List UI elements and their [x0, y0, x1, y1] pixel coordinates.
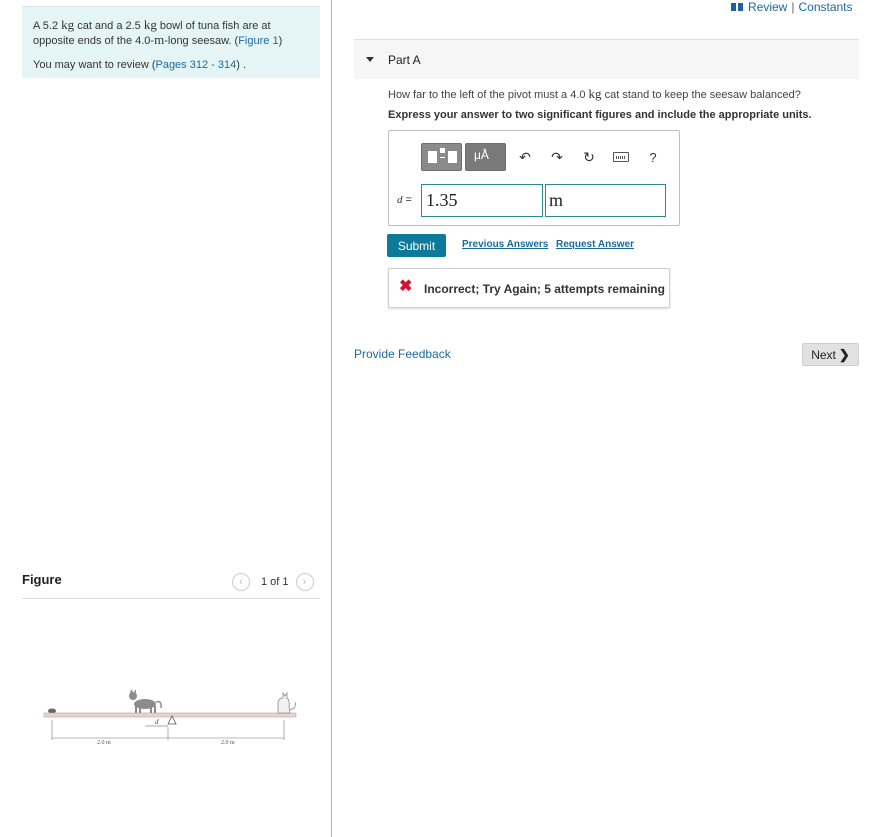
figure-pager: ‹ 1 of 1 › — [232, 572, 314, 592]
review-suffix: ) . — [236, 59, 246, 71]
reset-icon: ↻ — [583, 148, 595, 165]
review-pages-link[interactable]: Pages 312 - 314 — [155, 59, 236, 71]
seesaw-plank — [43, 712, 297, 718]
caret-down-icon — [366, 57, 374, 62]
help-button[interactable]: ? — [637, 143, 669, 171]
unit-kg: kg — [588, 86, 602, 101]
templates-button[interactable] — [421, 143, 462, 171]
request-answer-link[interactable]: Request Answer — [556, 239, 634, 250]
answer-instruction: Express your answer to two significant f… — [388, 109, 812, 121]
unit-kg: kg — [143, 17, 157, 32]
equals-sign: = — [402, 194, 412, 206]
top-links-separator: | — [791, 0, 795, 14]
question-text-part: cat stand to keep the seesaw balanced? — [601, 89, 801, 101]
answer-unit-input[interactable] — [545, 184, 666, 217]
submit-button[interactable]: Submit — [387, 234, 446, 257]
redo-button[interactable]: ↷ — [541, 143, 573, 171]
redo-icon: ↷ — [551, 148, 563, 165]
top-links: Review | Constants — [731, 0, 853, 14]
answer-variable-label: d = — [397, 194, 412, 206]
keyboard-icon — [613, 152, 629, 162]
unit-kg: kg — [61, 17, 75, 32]
problem-text-part: cat and a 2.5 — [74, 20, 144, 32]
d-label: d — [155, 718, 159, 726]
feedback-message: ✖ Incorrect; Try Again; 5 attempts remai… — [388, 268, 670, 308]
help-icon: ? — [649, 149, 657, 165]
right-dimension-label: 2.0 m — [221, 740, 235, 746]
problem-text-part: ) — [278, 35, 283, 47]
provide-feedback-link[interactable]: Provide Feedback — [354, 347, 451, 361]
constants-link[interactable]: Constants — [798, 0, 852, 14]
error-x-icon: ✖ — [399, 278, 413, 295]
answer-value-input[interactable] — [421, 184, 543, 217]
problem-statement: A 5.2 kg cat and a 2.5 kg bowl of tuna f… — [22, 6, 320, 78]
template-block-icon — [440, 157, 445, 158]
template-block-icon — [448, 151, 457, 163]
review-prefix: You may want to review ( — [33, 59, 156, 71]
figure-title: Figure — [22, 572, 62, 587]
part-title: Part A — [388, 53, 421, 67]
mu-angstrom-icon: μÅ — [474, 148, 489, 162]
chevron-right-icon: › — [302, 576, 307, 588]
cat-small — [129, 689, 162, 713]
template-block-icon — [428, 151, 437, 163]
figure-link[interactable]: Figure 1 — [238, 35, 278, 47]
keyboard-button[interactable] — [605, 143, 637, 171]
answer-box: μÅ ↶ ↷ ↻ ? d = — [388, 130, 680, 226]
figure-next-button[interactable]: › — [295, 573, 314, 591]
problem-text: A 5.2 kg cat and a 2.5 kg bowl of tuna f… — [33, 18, 309, 48]
next-button[interactable]: Next ❯ — [802, 343, 859, 366]
undo-button[interactable]: ↶ — [509, 143, 541, 171]
left-pane: A 5.2 kg cat and a 2.5 kg bowl of tuna f… — [0, 0, 331, 837]
figure-prev-button[interactable]: ‹ — [232, 573, 250, 591]
unit-m: m — [154, 32, 165, 47]
review-line: You may want to review (Pages 312 - 314)… — [33, 58, 309, 72]
chevron-left-icon: ‹ — [239, 576, 243, 588]
problem-text-part: -long seesaw. ( — [164, 35, 239, 47]
part-header[interactable]: Part A — [354, 39, 859, 79]
math-toolbar: μÅ ↶ ↷ ↻ ? — [421, 143, 669, 171]
figure-divider — [22, 598, 320, 599]
left-dimension-label: 2.0 m — [97, 740, 111, 746]
reset-button[interactable]: ↻ — [573, 143, 605, 171]
next-label: Next — [811, 347, 836, 362]
figure-count: 1 of 1 — [261, 576, 289, 588]
undo-icon: ↶ — [519, 148, 531, 165]
question-text: How far to the left of the pivot must a … — [388, 86, 801, 102]
cat-large — [277, 691, 296, 714]
book-icon — [731, 3, 743, 11]
feedback-text: Incorrect; Try Again; 5 attempts remaini… — [424, 282, 665, 296]
previous-answers-link[interactable]: Previous Answers — [462, 239, 548, 250]
question-text-part: How far to the left of the pivot must a … — [388, 89, 589, 101]
units-button[interactable]: μÅ — [465, 143, 506, 171]
pane-divider[interactable] — [331, 0, 332, 837]
chevron-right-icon: ❯ — [838, 346, 850, 362]
problem-text-part: A 5.2 — [33, 20, 62, 32]
review-link[interactable]: Review — [748, 0, 787, 14]
template-block-icon — [440, 148, 445, 153]
seesaw-diagram: d 2.0 m 2.0 m — [43, 689, 297, 746]
